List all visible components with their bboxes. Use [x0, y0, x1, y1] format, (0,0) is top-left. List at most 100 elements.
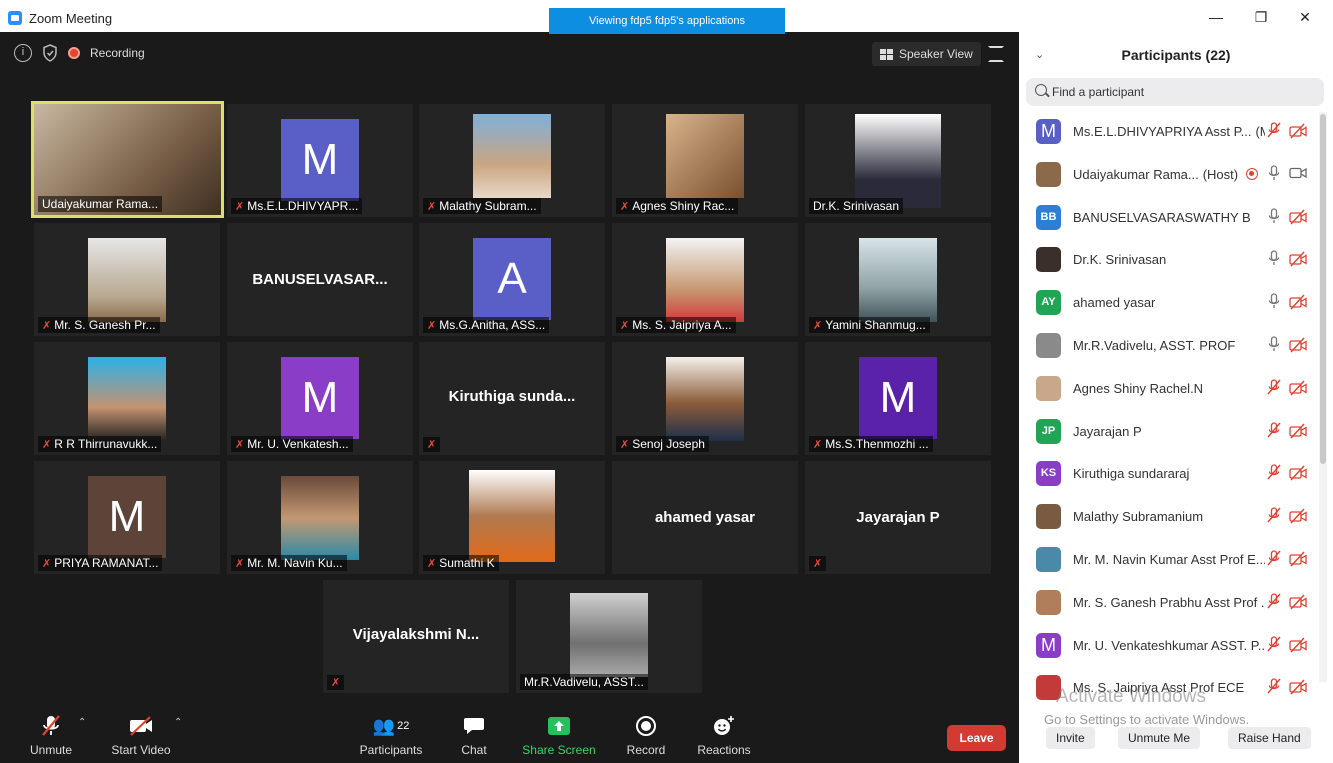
video-options-caret[interactable]: ⌃	[174, 717, 182, 728]
participant-photo	[859, 238, 937, 322]
zoom-app-icon	[8, 11, 22, 25]
restore-button[interactable]: ❐	[1246, 7, 1276, 27]
video-tile[interactable]: ✗ Mr. S. Ganesh Pr...	[34, 223, 220, 336]
unmute-me-button[interactable]: Unmute Me	[1118, 727, 1201, 749]
participant-photo	[473, 114, 551, 198]
search-input[interactable]	[1052, 83, 1312, 101]
video-tile[interactable]: A ✗ Ms.G.Anitha, ASS...	[419, 223, 605, 336]
video-tile[interactable]: ✗ R R Thirrunavukk...	[34, 342, 220, 455]
muted-mic-icon: ✗	[427, 319, 437, 332]
video-tile[interactable]: ahamed yasar	[612, 461, 798, 574]
avatar: M	[1036, 119, 1061, 144]
video-tile[interactable]: Udaiyakumar Rama...	[31, 101, 224, 218]
video-tile[interactable]: ✗ Sumathi K	[419, 461, 605, 574]
video-tile[interactable]: Kiruthiga sunda... ✗	[419, 342, 605, 455]
video-tile[interactable]: M ✗ Ms.S.Thenmozhi ...	[805, 342, 991, 455]
grid-icon	[880, 48, 893, 60]
video-tile[interactable]: Mr.R.Vadivelu, ASST...	[516, 580, 702, 693]
tile-avatar: M	[281, 119, 359, 201]
participant-search[interactable]	[1026, 78, 1324, 106]
unmute-button[interactable]: Unmute	[28, 713, 74, 757]
tile-big-name: ahamed yasar	[654, 509, 756, 526]
fullscreen-icon[interactable]	[988, 46, 1004, 62]
participant-row[interactable]: Mr. S. Ganesh Prabhu Asst Prof ...	[1019, 583, 1319, 623]
video-tile[interactable]: ✗ Senoj Joseph	[612, 342, 798, 455]
video-tile[interactable]: Dr.K. Srinivasan	[805, 104, 991, 217]
video-tile[interactable]: ✗ Mr. M. Navin Ku...	[227, 461, 413, 574]
leave-button[interactable]: Leave	[947, 725, 1006, 751]
video-off-icon	[1289, 251, 1307, 267]
participant-row[interactable]: Agnes Shiny Rachel.N	[1019, 369, 1319, 409]
tile-name: ✗ Mr. U. Venkatesh...	[231, 436, 353, 452]
participant-row[interactable]: KS Kiruthiga sundararaj	[1019, 454, 1319, 494]
invite-button[interactable]: Invite	[1046, 727, 1095, 749]
tile-name: ✗ Malathy Subram...	[423, 198, 541, 214]
participant-row[interactable]: Dr.K. Srinivasan	[1019, 240, 1319, 280]
video-tile[interactable]: M ✗ Mr. U. Venkatesh...	[227, 342, 413, 455]
mic-icon	[1267, 207, 1281, 226]
audio-options-caret[interactable]: ⌃	[78, 717, 86, 728]
avatar	[1036, 504, 1061, 530]
shield-icon[interactable]	[42, 44, 58, 62]
muted-mic-icon	[1267, 678, 1281, 696]
muted-mic-icon: ✗	[42, 319, 52, 332]
tile-name: ✗ R R Thirrunavukk...	[38, 436, 162, 452]
participant-name-text: Mr. U. Venkateshkumar ASST. P...	[1073, 637, 1265, 653]
minimize-button[interactable]: —	[1201, 7, 1231, 27]
participant-row[interactable]: AY ahamed yasar	[1019, 283, 1319, 323]
speaker-view-button[interactable]: Speaker View	[872, 42, 981, 66]
participant-name: Mr. M. Navin Kumar Asst Prof E...	[1073, 552, 1265, 567]
video-tile[interactable]: Vijayalakshmi N... ✗	[323, 580, 509, 693]
video-tile[interactable]: ✗ Yamini Shanmug...	[805, 223, 991, 336]
video-tile[interactable]: M ✗ Ms.E.L.DHIVYAPR...	[227, 104, 413, 217]
share-screen-button[interactable]: Share Screen	[522, 713, 596, 757]
close-button[interactable]: ✕	[1290, 7, 1320, 27]
raise-hand-button[interactable]: Raise Hand	[1228, 727, 1311, 749]
video-tile[interactable]: ✗ Agnes Shiny Rac...	[612, 104, 798, 217]
participant-list-scrollbar[interactable]	[1319, 112, 1327, 682]
scrollbar-thumb[interactable]	[1320, 114, 1326, 464]
video-tile[interactable]: ✗ Malathy Subram...	[419, 104, 605, 217]
video-off-icon	[1289, 594, 1307, 610]
participant-row[interactable]: Udaiyakumar Rama... (Host)	[1019, 155, 1319, 195]
avatar	[1036, 589, 1061, 615]
video-off-icon	[108, 713, 174, 739]
video-tile[interactable]: Jayarajan P ✗	[805, 461, 991, 574]
mic-icon	[1267, 250, 1281, 268]
video-off-icon	[1289, 123, 1307, 139]
reactions-button[interactable]: Reactions	[696, 713, 752, 757]
panel-title: Participants (22)	[1121, 47, 1231, 63]
participant-row[interactable]: JP Jayarajan P	[1019, 412, 1319, 452]
viewing-banner[interactable]: Viewing fdp5 fdp5's applications	[549, 8, 785, 34]
participant-row[interactable]: Malathy Subramanium	[1019, 497, 1319, 537]
video-tile[interactable]: BANUSELVASAR...	[227, 223, 413, 336]
muted-mic-icon	[1267, 593, 1281, 611]
muted-mic-icon: ✗	[813, 438, 823, 451]
participant-name-text: Dr.K. Srinivasan	[1073, 252, 1167, 268]
participant-row[interactable]: M Mr. U. Venkateshkumar ASST. P...	[1019, 626, 1319, 666]
meeting-toolbar: Unmute ⌃ Start Video ⌃ 👥 22 Participants …	[0, 705, 1019, 763]
start-video-button[interactable]: Start Video	[108, 713, 174, 757]
meeting-area: i Recording Speaker View Udaiyakumar Ram…	[0, 32, 1019, 763]
info-icon[interactable]: i	[14, 44, 32, 62]
video-tile[interactable]: ✗ Ms. S. Jaipriya A...	[612, 223, 798, 336]
video-off-icon	[1289, 294, 1307, 310]
avatar: M	[1036, 632, 1061, 658]
chat-button[interactable]: Chat	[456, 713, 492, 757]
speaker-view-label: Speaker View	[899, 47, 973, 61]
share-screen-icon	[522, 713, 596, 739]
muted-mic-icon	[1267, 635, 1281, 654]
participant-row[interactable]: Mr.R.Vadivelu, ASST. PROF	[1019, 326, 1319, 366]
participant-photo	[570, 593, 648, 677]
video-tile[interactable]: M ✗ PRIYA RAMANAT...	[34, 461, 220, 574]
participant-name: Dr.K. Srinivasan	[1073, 252, 1166, 267]
record-button[interactable]: Record	[624, 713, 668, 757]
participant-row[interactable]: M Ms.E.L.DHIVYAPRIYA Asst P...(Me)	[1019, 112, 1319, 152]
muted-mic-icon: ✗	[813, 558, 823, 570]
participants-button[interactable]: 👥 22 Participants	[358, 713, 424, 758]
participant-name: Ms.E.L.DHIVYAPRIYA Asst P...(Me)	[1073, 124, 1265, 139]
muted-mic-icon: ✗	[427, 439, 437, 451]
tile-name: ✗	[809, 556, 827, 571]
participant-row[interactable]: Mr. M. Navin Kumar Asst Prof E...	[1019, 540, 1319, 580]
participant-row[interactable]: BB BANUSELVASARASWATHY B	[1019, 198, 1319, 238]
